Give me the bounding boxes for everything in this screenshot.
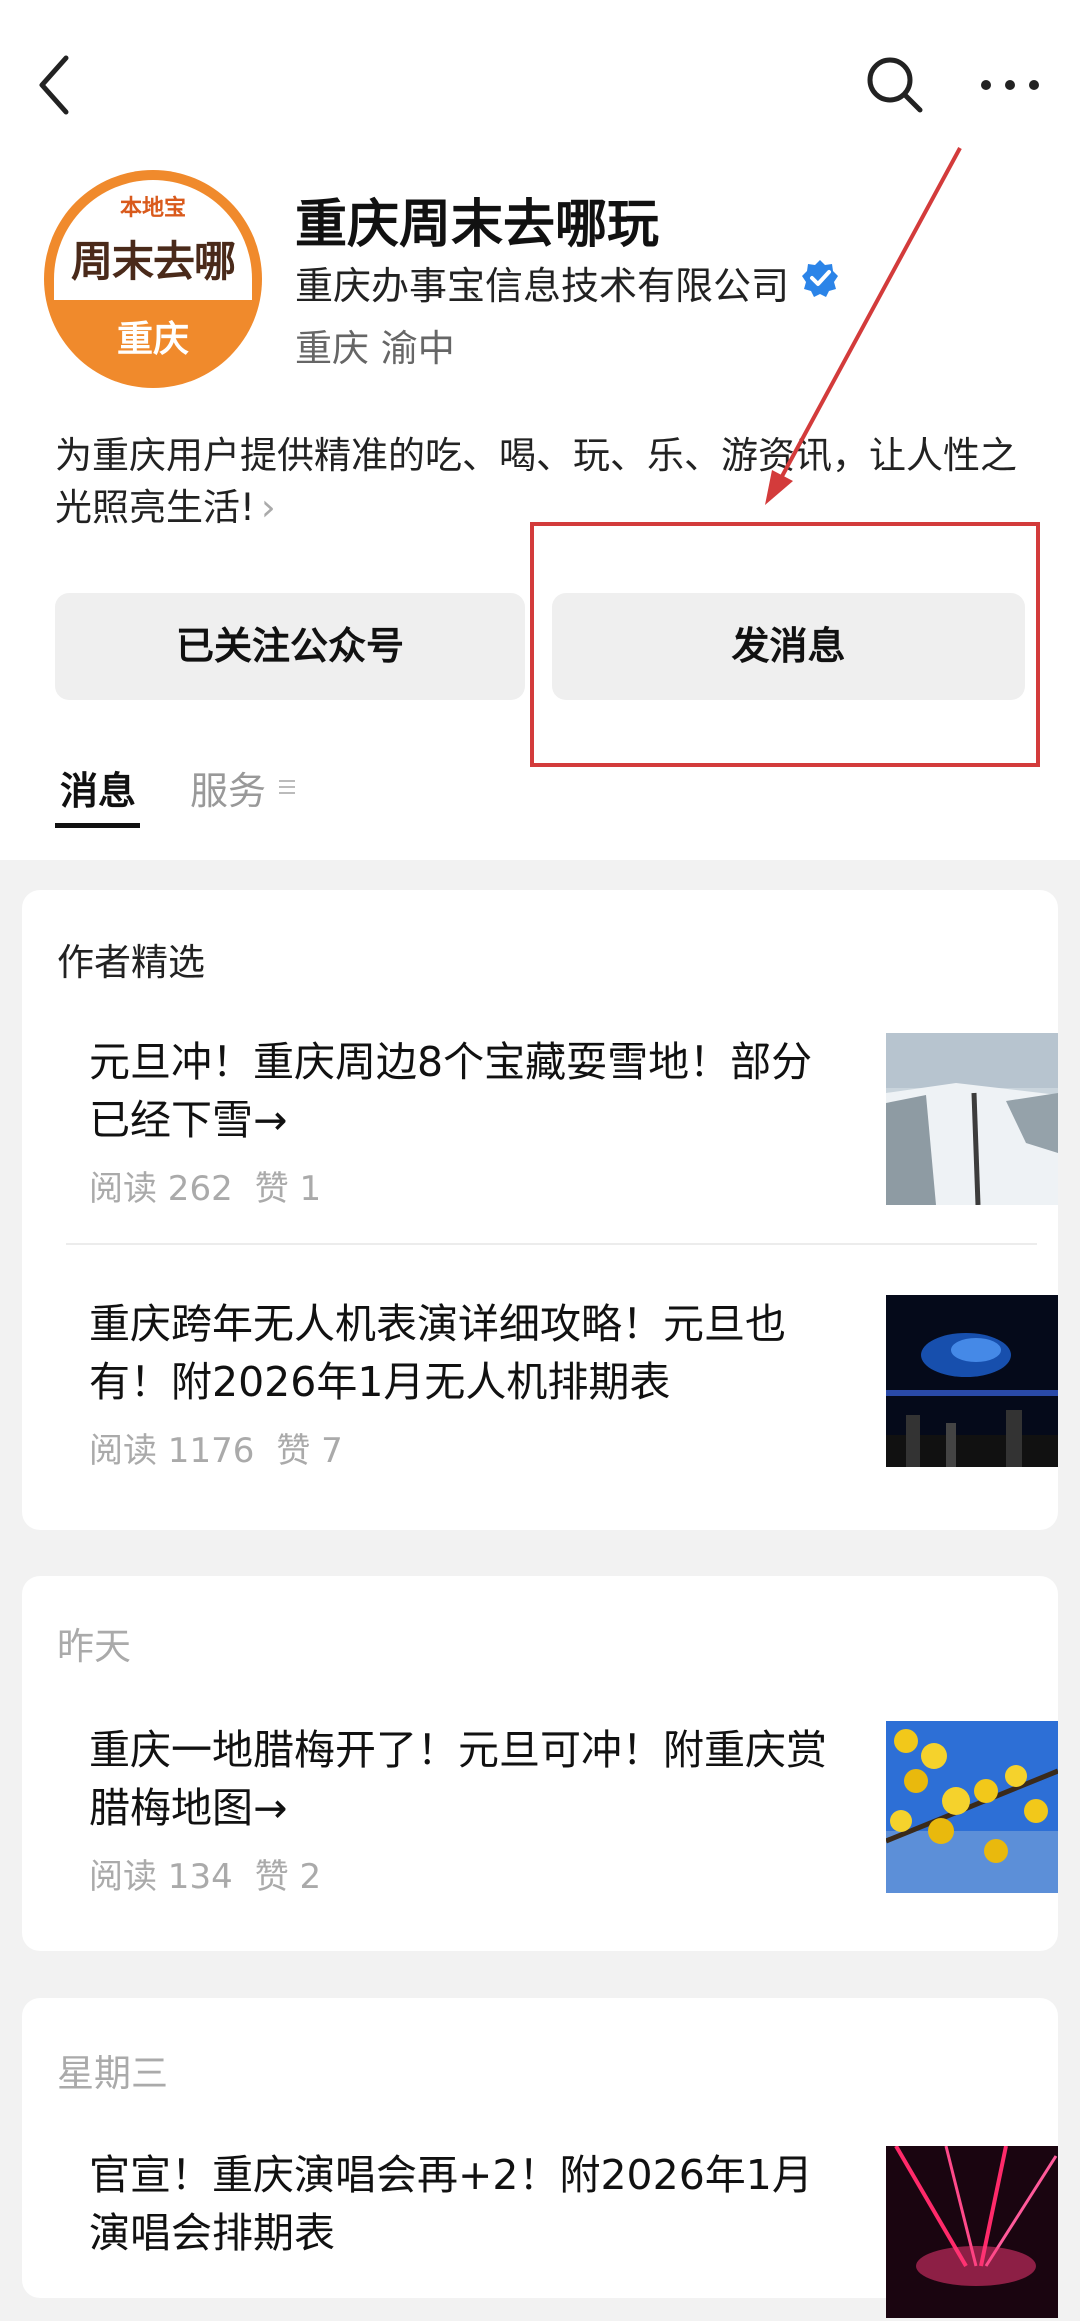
read-count: 阅读 134 xyxy=(89,1857,233,1897)
read-count: 阅读 262 xyxy=(89,1169,233,1209)
annotation-highlight-box xyxy=(530,522,1040,767)
article-title: 重庆一地腊梅开了！元旦可冲！附重庆赏腊梅地图→ xyxy=(89,1726,827,1832)
tab-services[interactable]: 服务 xyxy=(190,760,266,815)
chevron-right-icon: › xyxy=(260,486,276,529)
read-count: 阅读 1176 xyxy=(89,1431,255,1471)
section-date: 星期三 xyxy=(57,2052,168,2095)
account-location: 重庆 渝中 xyxy=(295,327,455,370)
article-thumbnail-snow xyxy=(886,1033,1058,1205)
like-count: 赞 2 xyxy=(254,1857,322,1897)
account-header: 本地宝 周末去哪 重庆 重庆周末去哪玩 重庆办事宝信息技术有限公司 重庆 渝中 … xyxy=(0,0,1080,860)
article-item[interactable]: 元旦冲！重庆周边8个宝藏耍雪地！部分已经下雪→ 阅读 262 赞 1 xyxy=(66,1033,1058,1210)
featured-card: 作者精选 元旦冲！重庆周边8个宝藏耍雪地！部分已经下雪→ 阅读 262 赞 1 重… xyxy=(22,890,1058,1530)
search-icon[interactable] xyxy=(860,50,930,120)
account-name: 重庆周末去哪玩 xyxy=(295,195,660,255)
more-options-icon[interactable] xyxy=(970,55,1050,115)
article-title: 官宣！重庆演唱会再+2！附2026年1月演唱会排期表 xyxy=(89,2151,813,2257)
article-title: 重庆跨年无人机表演详细攻略！元旦也有！附2026年1月无人机排期表 xyxy=(89,1300,786,1406)
article-thumbnail-wintersweet xyxy=(886,1721,1058,1893)
verified-badge-icon xyxy=(802,260,838,297)
article-thumbnail-drone-show xyxy=(886,1295,1058,1467)
article-title: 元旦冲！重庆周边8个宝藏耍雪地！部分已经下雪→ xyxy=(89,1038,813,1144)
article-item[interactable]: 重庆跨年无人机表演详细攻略！元旦也有！附2026年1月无人机排期表 阅读 117… xyxy=(66,1295,1058,1472)
article-divider xyxy=(66,1243,1037,1245)
logo-city-text: 重庆 xyxy=(116,319,189,360)
active-tab-indicator xyxy=(55,823,140,828)
article-meta: 阅读 134 赞 2 xyxy=(89,1849,343,1898)
yesterday-card: 昨天 重庆一地腊梅开了！元旦可冲！附重庆赏腊梅地图→ 阅读 134 赞 2 xyxy=(22,1576,1058,1951)
followed-button[interactable]: 已关注公众号 xyxy=(55,593,525,700)
account-avatar[interactable]: 本地宝 周末去哪 重庆 xyxy=(44,170,262,388)
account-description[interactable]: 为重庆用户提供精准的吃、喝、玩、乐、游资讯，让人性之光照亮生活! › xyxy=(55,430,1035,534)
like-count: 赞 1 xyxy=(254,1169,322,1209)
account-company[interactable]: 重庆办事宝信息技术有限公司 xyxy=(295,255,789,310)
article-thumbnail-concert xyxy=(886,2146,1058,2318)
article-item[interactable]: 重庆一地腊梅开了！元旦可冲！附重庆赏腊梅地图→ 阅读 134 赞 2 xyxy=(66,1721,1058,1898)
logo-main-text: 周末去哪 xyxy=(70,237,236,286)
article-meta: 阅读 262 赞 1 xyxy=(89,1161,343,1210)
wednesday-card: 星期三 官宣！重庆演唱会再+2！附2026年1月演唱会排期表 xyxy=(22,1998,1058,2318)
article-item[interactable]: 官宣！重庆演唱会再+2！附2026年1月演唱会排期表 xyxy=(66,2146,1058,2321)
logo-brand-text: 本地宝 xyxy=(119,196,186,221)
article-meta: 阅读 1176 赞 7 xyxy=(89,1423,365,1472)
section-date: 昨天 xyxy=(57,1625,131,1668)
section-title: 作者精选 xyxy=(57,941,205,984)
menu-lines-icon xyxy=(279,780,295,794)
tab-messages[interactable]: 消息 xyxy=(60,760,136,815)
description-text: 为重庆用户提供精准的吃、喝、玩、乐、游资讯，让人性之光照亮生活! xyxy=(55,434,1017,529)
like-count: 赞 7 xyxy=(276,1431,343,1471)
back-arrow-icon[interactable] xyxy=(30,50,80,120)
